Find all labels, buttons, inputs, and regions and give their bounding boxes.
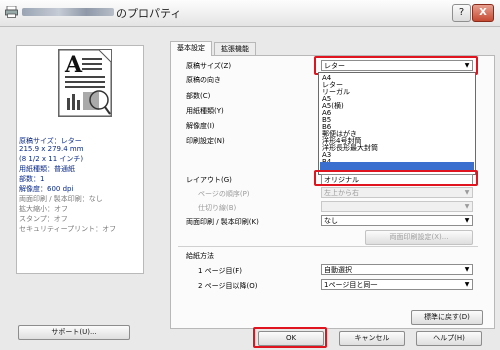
chevron-down-icon: ▼ bbox=[464, 203, 470, 210]
chevron-down-icon: ▼ bbox=[464, 189, 470, 196]
window-title: のプロパティ bbox=[116, 7, 182, 20]
printer-name-redacted bbox=[22, 8, 114, 16]
chevron-down-icon: ▼ bbox=[464, 217, 470, 224]
document-preview-icon: A bbox=[58, 49, 112, 117]
restore-defaults-button[interactable]: 標準に戻す(D) bbox=[411, 310, 483, 325]
summary-media-type: 用紙種類：普通紙 bbox=[19, 165, 75, 173]
other-pages-source-value: 1ページ目と同一 bbox=[324, 281, 378, 289]
title-bar: のプロパティ ? X bbox=[0, 0, 500, 27]
help-button[interactable]: ? bbox=[452, 4, 471, 22]
orientation-label: 原稿の向き bbox=[186, 76, 221, 84]
other-pages-source-select[interactable]: 1ページ目と同一 ▼ bbox=[321, 279, 473, 290]
other-pages-source-label: 2 ページ目以降(O) bbox=[198, 282, 258, 290]
chevron-down-icon: ▼ bbox=[464, 281, 470, 288]
close-button[interactable]: X bbox=[472, 4, 494, 22]
page-order-select[interactable]: 左上から右 ▼ bbox=[321, 187, 473, 198]
summary-dimensions-mm: 215.9 x 279.4 mm bbox=[19, 145, 84, 153]
paper-size-dropdown-list[interactable]: A4 レター リーガル A5 A5(横) A6 B5 B6 郵便はがき 洋形4号… bbox=[318, 72, 476, 175]
page-order-label: ページの順序(P) bbox=[198, 190, 250, 198]
paper-size-label: 原稿サイズ(Z) bbox=[186, 62, 232, 70]
media-type-label: 用紙種類(Y) bbox=[186, 107, 224, 115]
border-line-select[interactable]: ▼ bbox=[321, 201, 473, 212]
duplex-select[interactable]: なし ▼ bbox=[321, 215, 473, 226]
border-line-label: 仕切り線(B) bbox=[198, 204, 237, 212]
chevron-down-icon: ▼ bbox=[464, 266, 470, 273]
paper-source-section-label: 給紙方法 bbox=[186, 252, 214, 260]
tab-basic[interactable]: 基本設定 bbox=[170, 41, 212, 56]
first-page-source-value: 自動選択 bbox=[324, 266, 352, 274]
highlight-frame-layout bbox=[314, 170, 478, 186]
tab-advanced[interactable]: 拡張機能 bbox=[214, 42, 256, 55]
support-button[interactable]: サポート(U)... bbox=[18, 325, 130, 340]
summary-duplex: 両面印刷 / 製本印刷：なし bbox=[19, 195, 103, 203]
summary-watermark: スタンプ：オフ bbox=[19, 215, 68, 223]
cancel-button[interactable]: キャンセル bbox=[339, 331, 405, 346]
highlight-frame-ok bbox=[253, 327, 327, 348]
properties-dialog: のプロパティ ? X A 原稿サイズ：レター 215.9 x 279.4 mm … bbox=[0, 0, 500, 350]
first-page-source-select[interactable]: 自動選択 ▼ bbox=[321, 264, 473, 275]
summary-scaling: 拡大縮小：オフ bbox=[19, 205, 68, 213]
layout-label: レイアウト(G) bbox=[186, 176, 232, 184]
summary-dimensions-inch: (8 1/2 x 11 インチ) bbox=[19, 155, 84, 163]
duplex-settings-button[interactable]: 両面印刷設定(X)... bbox=[365, 230, 473, 245]
print-preview-panel: A 原稿サイズ：レター 215.9 x 279.4 mm (8 1/2 x 11… bbox=[16, 45, 144, 274]
first-page-source-label: 1 ページ目(F) bbox=[198, 267, 243, 275]
dropdown-selected-row[interactable] bbox=[320, 162, 474, 170]
print-settings-label: 印刷設定(N) bbox=[186, 137, 225, 145]
duplex-value: なし bbox=[324, 217, 338, 225]
svg-text:A: A bbox=[64, 52, 83, 78]
printer-icon bbox=[5, 6, 18, 18]
summary-secure-print: セキュリティープリント：オフ bbox=[19, 225, 117, 233]
duplex-label: 両面印刷 / 製本印刷(K) bbox=[186, 218, 259, 226]
summary-resolution: 解像度：600 dpi bbox=[19, 185, 74, 193]
help-footer-button[interactable]: ヘルプ(H) bbox=[416, 331, 482, 346]
page-order-value: 左上から右 bbox=[324, 189, 359, 197]
summary-copies: 部数：1 bbox=[19, 175, 45, 183]
resolution-label: 解像度(I) bbox=[186, 122, 215, 130]
copies-label: 部数(C) bbox=[186, 92, 211, 100]
divider bbox=[178, 246, 478, 247]
